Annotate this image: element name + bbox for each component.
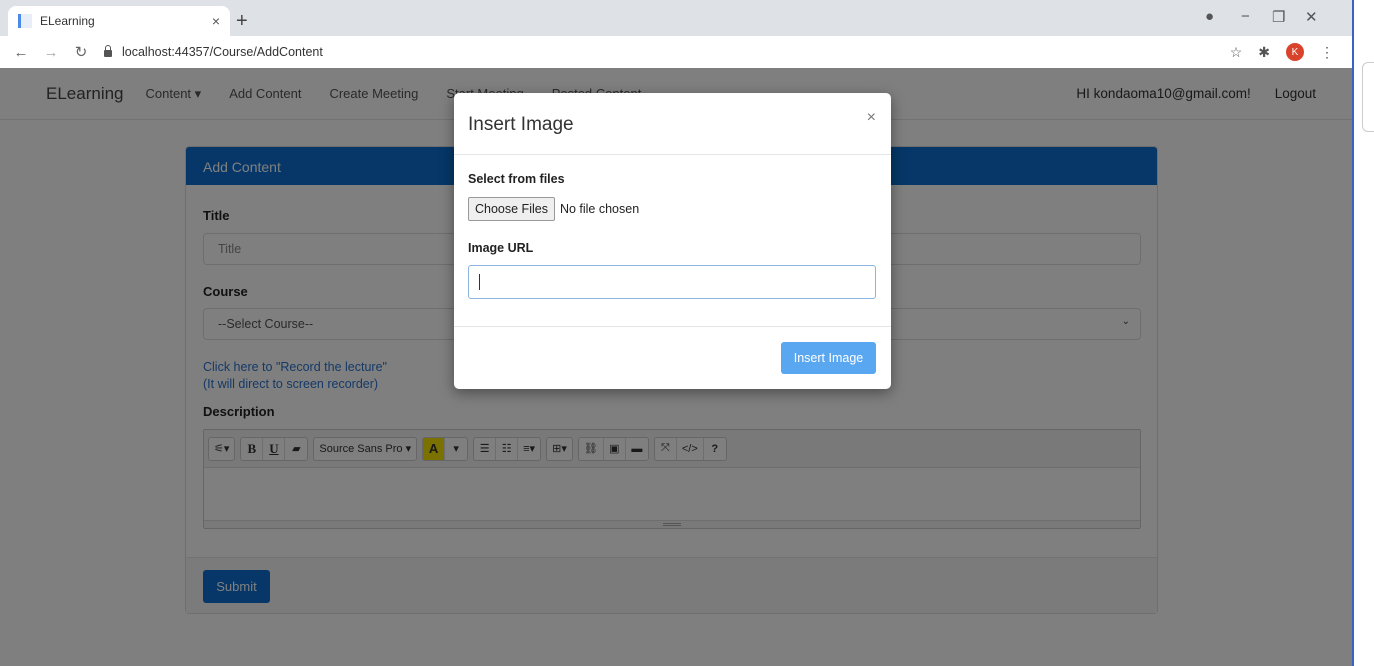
modal-header: Insert Image × bbox=[454, 93, 891, 155]
right-edge-panel bbox=[1352, 0, 1374, 666]
new-tab-button[interactable]: + bbox=[236, 10, 248, 33]
reload-icon[interactable]: ↻ bbox=[72, 43, 90, 61]
tab-strip: ELearning × + ● − ❐ ✕ bbox=[0, 0, 1352, 36]
extension-circle-icon[interactable]: ● bbox=[1205, 8, 1214, 25]
tab-close-icon[interactable]: × bbox=[212, 13, 220, 29]
address-bar[interactable]: localhost:44357/Course/AddContent bbox=[104, 44, 323, 59]
url-text: localhost:44357/Course/AddContent bbox=[122, 45, 323, 59]
profile-avatar[interactable]: K bbox=[1286, 43, 1304, 61]
favicon-icon bbox=[18, 14, 32, 28]
minimize-icon[interactable]: − bbox=[1241, 8, 1250, 25]
close-icon[interactable]: × bbox=[867, 109, 876, 127]
back-arrow-icon[interactable]: ← bbox=[12, 44, 30, 61]
file-picker: Choose Files No file chosen bbox=[468, 197, 639, 221]
tab-title: ELearning bbox=[40, 14, 95, 28]
browser-menu-icon[interactable]: ⋮ bbox=[1320, 44, 1334, 61]
select-files-label: Select from files bbox=[468, 172, 565, 186]
restore-icon[interactable]: ❐ bbox=[1272, 8, 1285, 26]
insert-image-modal: Insert Image × Select from files Choose … bbox=[454, 93, 891, 389]
browser-tab[interactable]: ELearning × bbox=[8, 6, 230, 36]
choose-files-button[interactable]: Choose Files bbox=[468, 197, 555, 221]
text-caret bbox=[479, 274, 480, 290]
insert-image-button[interactable]: Insert Image bbox=[781, 342, 876, 374]
bookmark-star-icon[interactable]: ☆ bbox=[1230, 44, 1243, 61]
extensions-puzzle-icon[interactable]: ✱ bbox=[1258, 44, 1270, 61]
no-file-text: No file chosen bbox=[559, 202, 640, 216]
image-url-input[interactable] bbox=[468, 265, 876, 299]
forward-arrow-icon[interactable]: → bbox=[42, 44, 60, 61]
side-panel-tab[interactable] bbox=[1362, 62, 1374, 132]
browser-toolbar: ← → ↻ localhost:44357/Course/AddContent … bbox=[0, 36, 1352, 68]
modal-footer: Insert Image bbox=[454, 326, 891, 389]
image-url-label: Image URL bbox=[468, 241, 534, 255]
lock-icon bbox=[104, 44, 112, 57]
browser-chrome: ELearning × + ● − ❐ ✕ ← → ↻ localhost:44… bbox=[0, 0, 1352, 68]
window-close-icon[interactable]: ✕ bbox=[1305, 8, 1318, 26]
modal-title: Insert Image bbox=[468, 114, 574, 135]
